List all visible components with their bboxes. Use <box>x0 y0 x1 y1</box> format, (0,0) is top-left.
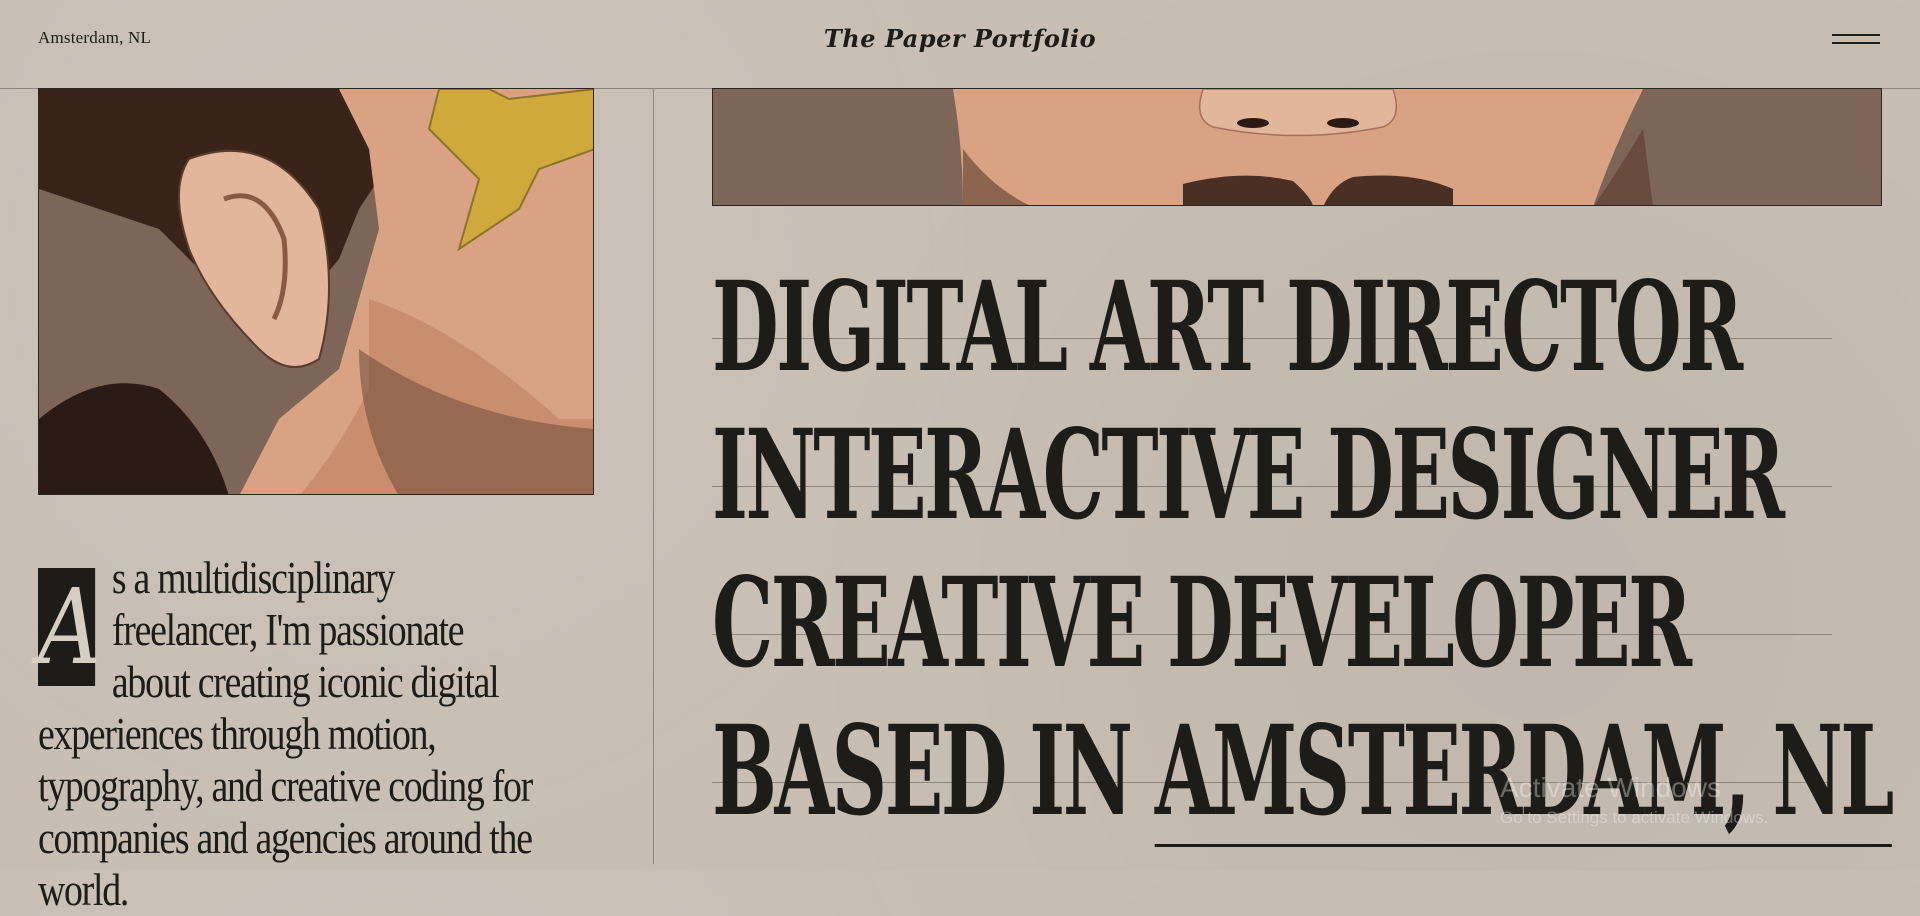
hero-headline: DIGITAL ART DIRECTOR INTERACTIVE DESIGNE… <box>712 262 1894 854</box>
headline-line: DIGITAL ART DIRECTOR <box>712 262 1852 410</box>
intro-paragraph: A s a multidisciplinary freelancer, I'm … <box>38 552 534 916</box>
headline-role-2: INTERACTIVE DESIGNER <box>712 403 1785 548</box>
menu-bar-top <box>1832 34 1880 36</box>
activate-windows-watermark: Activate Windows Go to Settings to activ… <box>1500 772 1768 828</box>
headline-role-3: CREATIVE DEVELOPER <box>712 551 1692 696</box>
hamburger-menu-icon[interactable] <box>1832 34 1882 48</box>
watermark-subtitle: Go to Settings to activate Windows. <box>1500 808 1769 827</box>
watermark-title: Activate Windows <box>1500 772 1721 803</box>
drop-cap: A <box>38 566 102 688</box>
column-divider <box>653 88 654 864</box>
headline-location-prefix: BASED IN <box>712 699 1155 844</box>
portrait-illustration-left <box>38 88 594 495</box>
portrait-illustration-right <box>712 88 1882 206</box>
headline-line: CREATIVE DEVELOPER <box>712 558 1852 706</box>
headline-role-1: DIGITAL ART DIRECTOR <box>712 255 1743 400</box>
intro-text: s a multidisciplinary freelancer, I'm pa… <box>38 553 533 915</box>
site-logo[interactable]: The Paper Portfolio <box>0 24 1920 53</box>
menu-bar-bottom <box>1832 42 1880 44</box>
headline-line: INTERACTIVE DESIGNER <box>712 410 1852 558</box>
site-header: Amsterdam, NL The Paper Portfolio <box>0 0 1920 89</box>
